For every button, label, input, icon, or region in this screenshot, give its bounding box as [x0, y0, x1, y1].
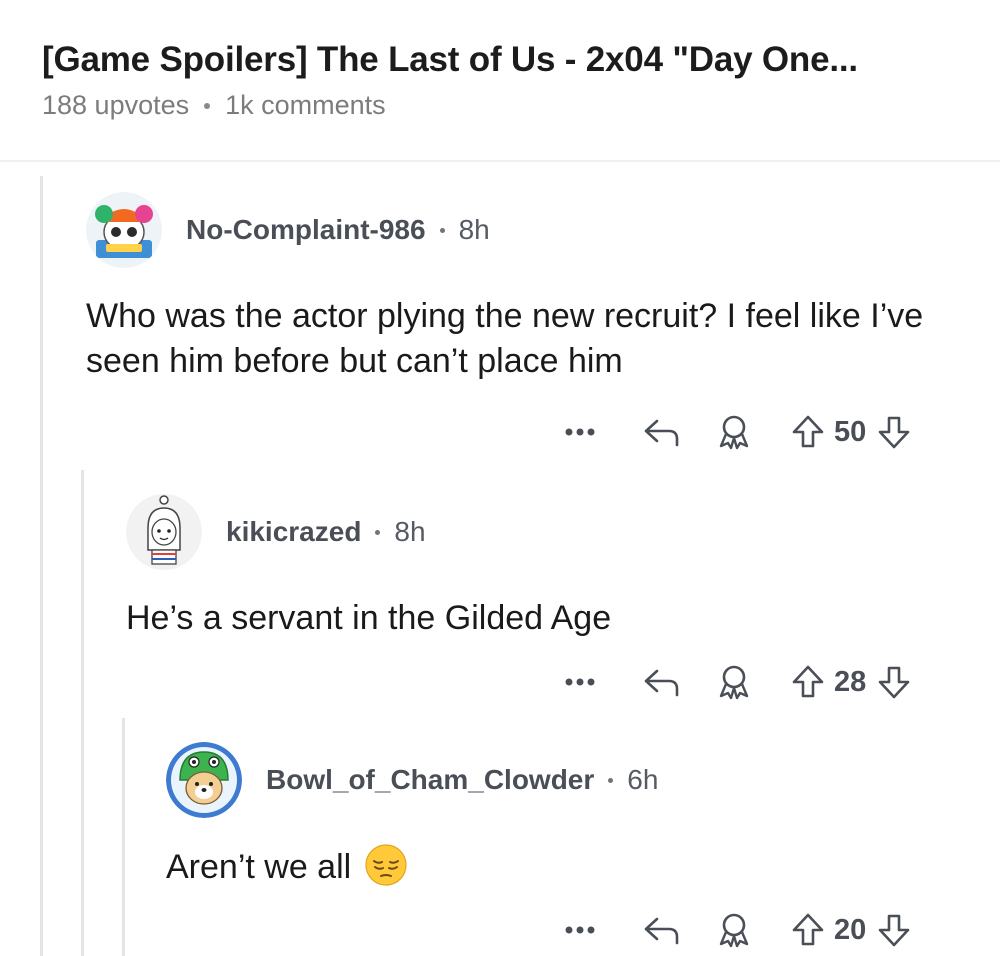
- reply-icon[interactable]: [638, 417, 686, 447]
- header-divider: [0, 160, 1000, 162]
- comment-header: kikicrazed 8h: [126, 494, 966, 570]
- comment: Bowl_of_Cham_Clowder 6h Aren’t we all: [166, 742, 966, 890]
- comment-body: Who was the actor plying the new recruit…: [86, 297, 924, 380]
- upvote-count: 188 upvotes: [42, 90, 190, 120]
- post-meta: 188 upvotes 1k comments: [42, 90, 982, 121]
- username[interactable]: No-Complaint-986: [186, 214, 426, 246]
- comment-count: 1k comments: [225, 90, 386, 120]
- timestamp: 6h: [627, 764, 659, 795]
- comment-actions: 28: [560, 662, 912, 702]
- more-options-icon[interactable]: [560, 428, 600, 436]
- timestamp: 8h: [394, 516, 426, 547]
- avatar[interactable]: [126, 494, 202, 570]
- more-options-icon[interactable]: [560, 678, 600, 686]
- award-icon[interactable]: [714, 414, 754, 450]
- vote-score: 50: [834, 415, 867, 448]
- separator-dot: [439, 227, 445, 233]
- separator-dot: [204, 102, 211, 109]
- upvote-icon[interactable]: [790, 665, 826, 699]
- comment-text: Aren’t we all: [166, 848, 352, 886]
- thread-line[interactable]: [40, 176, 43, 956]
- downvote-icon[interactable]: [876, 415, 912, 449]
- upvote-icon[interactable]: [790, 415, 826, 449]
- comment-actions: 20: [560, 910, 912, 950]
- reply-icon[interactable]: [638, 667, 686, 697]
- vote-score: 28: [834, 665, 867, 698]
- thread-line[interactable]: [122, 718, 125, 956]
- comment-actions: 50: [560, 412, 912, 452]
- vote-score: 20: [834, 913, 867, 946]
- downvote-icon[interactable]: [876, 665, 912, 699]
- avatar[interactable]: [166, 742, 242, 818]
- avatar[interactable]: [86, 192, 162, 268]
- downvote-icon[interactable]: [876, 913, 912, 947]
- comment: No-Complaint-986 8h Who was the actor pl…: [86, 192, 966, 384]
- separator-dot: [375, 529, 381, 535]
- upvote-icon[interactable]: [790, 913, 826, 947]
- more-options-icon[interactable]: [560, 926, 600, 934]
- timestamp: 8h: [458, 214, 490, 245]
- comment-body: Aren’t we all: [166, 844, 966, 890]
- pensive-face-emoji: [365, 844, 407, 886]
- comment-header: No-Complaint-986 8h: [86, 192, 966, 268]
- award-icon[interactable]: [714, 664, 754, 700]
- username[interactable]: kikicrazed: [226, 516, 361, 548]
- separator-dot: [608, 777, 614, 783]
- comment-body: He’s a servant in the Gilded Age: [126, 599, 612, 637]
- comment-header: Bowl_of_Cham_Clowder 6h: [166, 742, 966, 818]
- post-title[interactable]: [Game Spoilers] The Last of Us - 2x04 "D…: [42, 40, 982, 80]
- thread-line[interactable]: [81, 470, 84, 956]
- username[interactable]: Bowl_of_Cham_Clowder: [266, 764, 594, 796]
- comment: kikicrazed 8h He’s a servant in the Gild…: [126, 494, 966, 641]
- post-header: [Game Spoilers] The Last of Us - 2x04 "D…: [42, 40, 982, 121]
- reply-icon[interactable]: [638, 915, 686, 945]
- award-icon[interactable]: [714, 912, 754, 948]
